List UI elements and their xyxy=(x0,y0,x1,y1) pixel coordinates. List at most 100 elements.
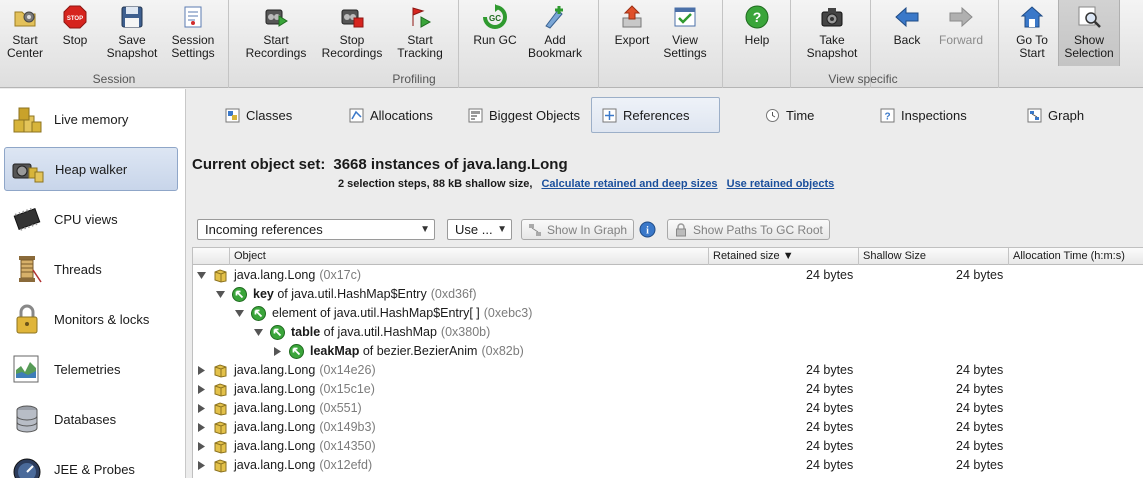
table-row[interactable]: java.lang.Long (0x14350) 24 bytes 24 bytes xyxy=(193,437,1143,456)
group-label-session: Session xyxy=(92,72,136,86)
expanded-triangle-icon[interactable] xyxy=(216,290,225,299)
expanded-triangle-icon[interactable] xyxy=(235,309,244,318)
help-button[interactable]: ? Help xyxy=(734,0,780,68)
show-selection-button[interactable]: Show Selection xyxy=(1058,0,1120,66)
session-settings-button[interactable]: Session Settings xyxy=(166,0,220,68)
collapsed-triangle-icon[interactable] xyxy=(197,461,206,470)
view-settings-button[interactable]: View Settings xyxy=(658,0,712,68)
column-header-object[interactable]: Object xyxy=(229,248,708,265)
table-row[interactable]: java.lang.Long (0x14e26) 24 bytes 24 bytes xyxy=(193,361,1143,380)
column-label: Shallow Size xyxy=(863,250,926,262)
sidebar-item-cpu-views[interactable]: CPU views xyxy=(4,197,178,241)
forward-button[interactable]: Forward xyxy=(934,0,988,68)
stop-button[interactable]: STOP Stop xyxy=(54,0,96,68)
table-row[interactable]: java.lang.Long (0x12efd) 24 bytes 24 bytes xyxy=(193,456,1143,475)
use-retained-objects-link[interactable]: Use retained objects xyxy=(727,178,835,190)
graph-icon xyxy=(529,223,541,236)
shallow-size-cell: 24 bytes xyxy=(956,382,1004,396)
retained-size-cell: 24 bytes xyxy=(806,458,854,472)
sidebar-item-monitors-locks[interactable]: Monitors & locks xyxy=(4,297,178,341)
sidebar-item-jee-probes[interactable]: JEE & Probes xyxy=(4,447,178,478)
reference-row[interactable]: table of java.util.HashMap (0x380b) xyxy=(193,323,1143,342)
java-object-icon xyxy=(214,364,227,378)
tab-references[interactable]: References xyxy=(591,97,720,133)
column-header-allocation-time[interactable]: Allocation Time (h:m:s) xyxy=(1008,248,1143,265)
collapsed-triangle-icon[interactable] xyxy=(197,442,206,451)
table-row[interactable]: java.lang.Long (0x551) 24 bytes 24 bytes xyxy=(193,399,1143,418)
shallow-size-cell: 24 bytes xyxy=(956,420,1004,434)
show-paths-to-gc-root-button[interactable]: Show Paths To GC Root xyxy=(667,219,830,240)
stop-recordings-label: Stop Recordings xyxy=(321,33,383,60)
show-in-graph-button[interactable]: Show In Graph xyxy=(521,219,635,240)
tab-time[interactable]: Time xyxy=(755,97,824,133)
column-header-shallow-size[interactable]: Shallow Size xyxy=(858,248,1008,265)
column-header-retained-size[interactable]: Retained size ▼ xyxy=(708,248,858,265)
tab-allocations[interactable]: Allocations xyxy=(339,97,443,133)
toolbar-separator xyxy=(458,0,459,88)
expanded-triangle-icon[interactable] xyxy=(254,328,263,337)
live-memory-icon xyxy=(13,107,42,133)
object-set-stats: 2 selection steps, 88 kB shallow size, xyxy=(338,178,533,190)
start-center-label: Start Center xyxy=(6,33,44,60)
start-recordings-button[interactable]: Start Recordings xyxy=(240,0,312,68)
shallow-size-cell: 24 bytes xyxy=(956,268,1004,282)
object-id: (0x14e26) xyxy=(319,363,376,377)
field-name: leakMap xyxy=(310,344,360,358)
run-gc-button[interactable]: GC Run GC xyxy=(470,0,520,68)
back-label: Back xyxy=(893,33,921,47)
object-description: java.lang.Long (0x551) xyxy=(234,401,362,415)
reference-row[interactable]: key of java.util.HashMap$Entry (0xd36f) xyxy=(193,285,1143,304)
take-snapshot-button[interactable]: Take Snapshot xyxy=(802,0,862,68)
sidebar-item-heap-walker[interactable]: Heap walker xyxy=(4,147,178,191)
tab-biggest-objects[interactable]: Biggest Objects xyxy=(458,97,590,133)
show-paths-label: Show Paths To GC Root xyxy=(693,222,823,237)
stop-recordings-button[interactable]: Stop Recordings xyxy=(316,0,388,68)
collapsed-triangle-icon[interactable] xyxy=(197,423,206,432)
collapsed-triangle-icon[interactable] xyxy=(273,347,282,356)
tab-label: Classes xyxy=(246,107,293,123)
holder-class: of java.util.HashMap xyxy=(320,325,437,339)
tab-classes[interactable]: Classes xyxy=(215,97,302,133)
go-to-start-button[interactable]: Go To Start xyxy=(1008,0,1056,68)
camera-icon xyxy=(821,8,843,27)
cpu-views-icon xyxy=(13,207,41,231)
start-tracking-button[interactable]: Start Tracking xyxy=(392,0,448,68)
start-center-button[interactable]: Start Center xyxy=(4,0,46,68)
table-row[interactable]: java.lang.Long (0x17c) 24 bytes 24 bytes xyxy=(193,266,1143,285)
table-row[interactable]: java.lang.Long (0x149b3) 24 bytes 24 bytes xyxy=(193,418,1143,437)
collapsed-triangle-icon[interactable] xyxy=(197,366,206,375)
reference-row[interactable]: leakMap of bezier.BezierAnim (0x82b) xyxy=(193,342,1143,361)
incoming-reference-icon xyxy=(251,306,266,321)
svg-text:i: i xyxy=(646,226,649,237)
tab-inspections[interactable]: ? Inspections xyxy=(870,97,977,133)
start-center-icon xyxy=(14,11,36,27)
save-snapshot-button[interactable]: Save Snapshot xyxy=(104,0,160,68)
sidebar-item-threads[interactable]: Threads xyxy=(4,247,178,291)
toolbar-separator xyxy=(598,0,599,88)
column-label: Allocation Time (h:m:s) xyxy=(1013,250,1125,262)
run-gc-label: Run GC xyxy=(473,33,517,47)
export-button[interactable]: Export xyxy=(608,0,656,68)
back-button[interactable]: Back xyxy=(884,0,930,68)
use-dropdown[interactable]: Use ... ▼ xyxy=(447,219,512,240)
expanded-triangle-icon[interactable] xyxy=(197,271,206,280)
export-label: Export xyxy=(614,33,650,47)
object-description: java.lang.Long (0x14e26) xyxy=(234,363,376,377)
object-description: leakMap of bezier.BezierAnim (0x82b) xyxy=(310,344,524,358)
session-settings-icon xyxy=(184,6,202,28)
info-icon[interactable]: i xyxy=(639,221,656,238)
chevron-down-icon: ▼ xyxy=(497,224,507,235)
collapsed-triangle-icon[interactable] xyxy=(197,404,206,413)
tab-graph[interactable]: Graph xyxy=(1017,97,1094,133)
reference-row[interactable]: element of java.util.HashMap$Entry[ ] (0x… xyxy=(193,304,1143,323)
sidebar-item-databases[interactable]: Databases xyxy=(4,397,178,441)
add-bookmark-button[interactable]: Add Bookmark xyxy=(526,0,584,68)
calculate-retained-sizes-link[interactable]: Calculate retained and deep sizes xyxy=(541,178,717,190)
sidebar-item-telemetries[interactable]: Telemetries xyxy=(4,347,178,391)
toolbar-separator xyxy=(722,0,723,88)
sidebar-item-live-memory[interactable]: Live memory xyxy=(4,97,178,141)
collapsed-triangle-icon[interactable] xyxy=(197,385,206,394)
reference-mode-select[interactable]: Incoming references ▼ xyxy=(197,219,435,240)
table-row[interactable]: java.lang.Long (0x15c1e) 24 bytes 24 bytes xyxy=(193,380,1143,399)
graph-icon xyxy=(1027,108,1042,122)
